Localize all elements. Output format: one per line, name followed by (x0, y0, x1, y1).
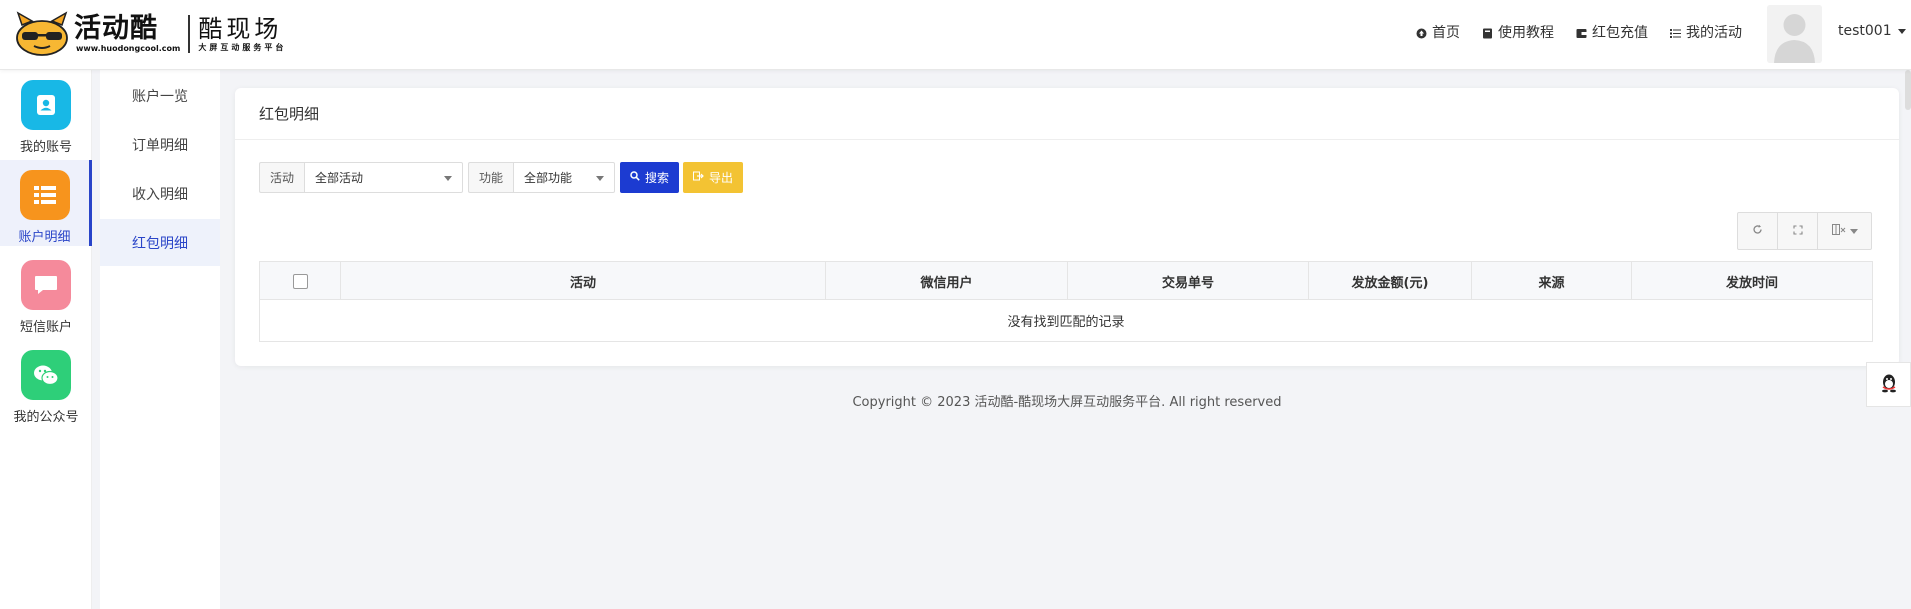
empty-state-row: 没有找到匹配的记录 (1007, 315, 1125, 330)
table-header: 活动 微信用户 交易单号 发放金额(元) 来源 发放时间 (260, 262, 1872, 300)
fullscreen-button[interactable] (1778, 213, 1818, 249)
product-name: 酷现场 (198, 15, 283, 43)
book-icon (1482, 27, 1493, 38)
red-packet-card: 红包明细 活动 全部活动 功能 全部功能 搜索 导出 活动 微信用户 交易单号 … (235, 88, 1899, 366)
top-header: 活动酷 www.huodongcool.com 酷现场 大屏互动服务平台 首页 … (0, 0, 1911, 70)
search-button-label: 搜索 (645, 171, 670, 185)
sidebar-item-my-account[interactable]: 我的账号 (0, 70, 92, 156)
nav-my-activities[interactable]: 我的活动 (1670, 22, 1742, 42)
col-issued-time[interactable]: 发放时间 (1632, 262, 1872, 300)
chevron-down-icon (1897, 28, 1906, 34)
subnav-item-income-details[interactable]: 收入明细 (100, 170, 220, 217)
sub-nav: 账户一览 订单明细 收入明细 红包明细 (100, 70, 220, 609)
filter-bar: 活动 全部活动 功能 全部功能 搜索 导出 (259, 162, 744, 193)
col-amount[interactable]: 发放金额(元) (1309, 262, 1472, 300)
contact-card-icon (21, 80, 71, 130)
list-icon (1670, 27, 1681, 38)
activity-select-value: 全部活动 (315, 171, 364, 185)
search-button[interactable]: 搜索 (620, 162, 680, 193)
cat-mascot-icon (14, 11, 70, 57)
sidebar-item-label: 我的账号 (19, 140, 72, 155)
fullscreen-icon (1792, 224, 1803, 238)
chevron-down-icon (1849, 228, 1858, 234)
refresh-icon (1752, 224, 1763, 238)
export-button-label: 导出 (709, 171, 734, 185)
select-all-cell (260, 262, 341, 300)
message-icon (21, 260, 71, 310)
col-transaction-id[interactable]: 交易单号 (1068, 262, 1309, 300)
search-icon (630, 171, 640, 184)
activity-filter-label: 活动 (259, 162, 305, 193)
nav-recharge[interactable]: 红包充值 (1576, 22, 1648, 42)
export-icon (693, 171, 704, 184)
logo-divider (188, 15, 191, 53)
function-select-value: 全部功能 (524, 171, 573, 185)
col-wechat-user[interactable]: 微信用户 (826, 262, 1068, 300)
brand-tagline: 大屏互动服务平台 (198, 43, 287, 52)
refresh-button[interactable] (1738, 213, 1778, 249)
wechat-icon (21, 350, 71, 400)
chevron-down-icon (444, 176, 453, 181)
table-icon (19, 170, 70, 220)
select-all-checkbox[interactable] (292, 273, 308, 289)
nav-recharge-label: 红包充值 (1592, 25, 1648, 41)
columns-toggle-button[interactable] (1818, 213, 1871, 249)
sidebar-item-account-details[interactable]: 账户明细 (0, 160, 92, 246)
subnav-item-red-packet-details[interactable]: 红包明细 (100, 219, 220, 266)
function-filter-label: 功能 (468, 162, 514, 193)
brand-logo[interactable]: 活动酷 www.huodongcool.com 酷现场 大屏互动服务平台 (14, 8, 289, 60)
sidebar-item-label: 短信账户 (19, 320, 72, 335)
user-menu[interactable]: test001 (1838, 23, 1906, 39)
col-activity[interactable]: 活动 (341, 262, 826, 300)
top-nav: 首页 使用教程 红包充值 我的活动 (1416, 22, 1764, 42)
username: test001 (1838, 23, 1892, 39)
brand-url: www.huodongcool.com (76, 44, 181, 53)
nav-my-activities-label: 我的活动 (1686, 25, 1742, 41)
sidebar-item-label: 我的公众号 (13, 410, 79, 425)
red-packet-table: 活动 微信用户 交易单号 发放金额(元) 来源 发放时间 没有找到匹配的记录 (259, 261, 1873, 342)
home-icon (1416, 27, 1427, 38)
brand-name: 活动酷 (74, 13, 158, 44)
page-scrollbar[interactable] (1905, 70, 1911, 110)
page-title: 红包明细 (235, 88, 1899, 140)
wallet-icon (1576, 27, 1587, 38)
user-avatar[interactable] (1767, 5, 1822, 63)
nav-tutorial-label: 使用教程 (1498, 25, 1554, 41)
columns-icon (1831, 224, 1846, 238)
subnav-item-account-overview[interactable]: 账户一览 (100, 72, 220, 119)
activity-select[interactable]: 全部活动 (304, 162, 464, 193)
qq-icon (1880, 373, 1898, 397)
table-toolbar (1737, 212, 1872, 250)
sidebar-item-label: 账户明细 (18, 230, 71, 245)
nav-tutorial[interactable]: 使用教程 (1482, 22, 1554, 42)
sidebar-item-sms-account[interactable]: 短信账户 (0, 250, 92, 336)
main-sidebar: 我的账号 账户明细 短信账户 我的公众号 (0, 70, 92, 609)
function-select[interactable]: 全部功能 (513, 162, 616, 193)
sidebar-item-official-account[interactable]: 我的公众号 (0, 340, 92, 426)
chevron-down-icon (596, 176, 605, 181)
qq-support-button[interactable] (1866, 362, 1911, 407)
export-button[interactable]: 导出 (683, 162, 744, 193)
subnav-item-order-details[interactable]: 订单明细 (100, 121, 220, 168)
nav-home-label: 首页 (1432, 25, 1460, 41)
col-source[interactable]: 来源 (1472, 262, 1632, 300)
nav-home[interactable]: 首页 (1416, 22, 1460, 42)
footer-copyright: Copyright © 2023 活动酷-酷现场大屏互动服务平台. All ri… (852, 395, 1282, 410)
